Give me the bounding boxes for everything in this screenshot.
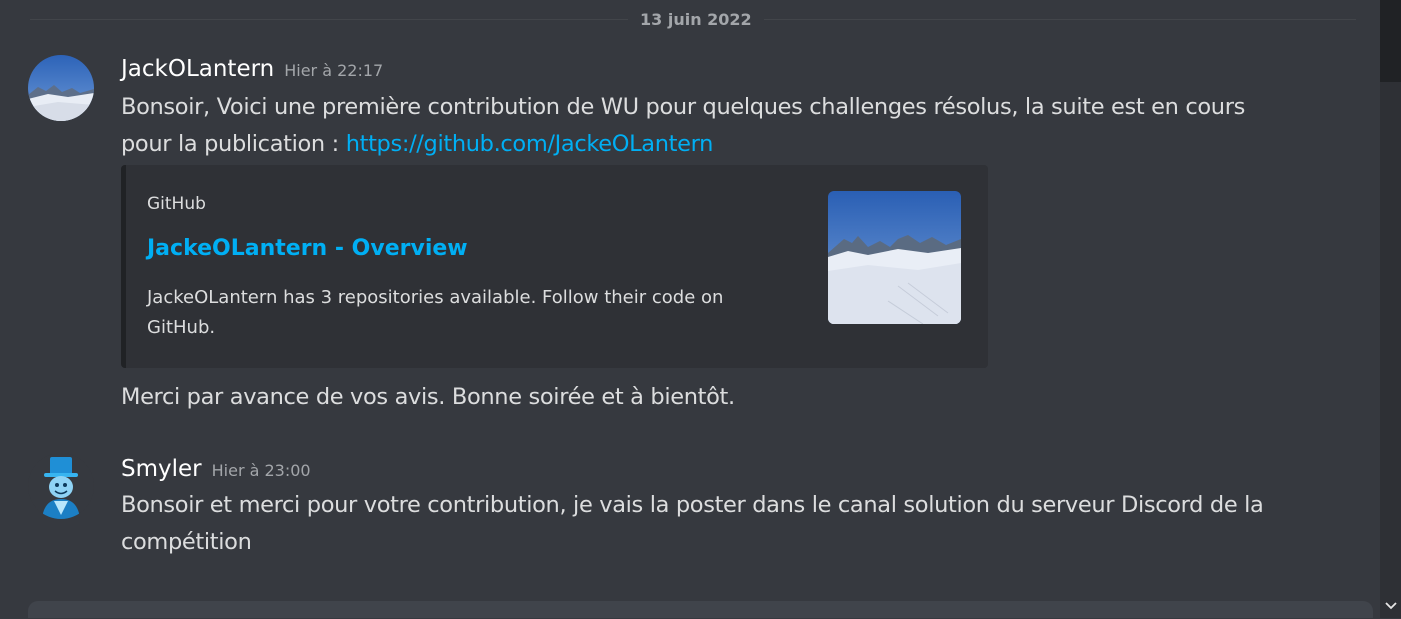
message-timestamp[interactable]: Hier à 23:00: [212, 461, 311, 480]
chevron-down-icon[interactable]: [1380, 593, 1401, 618]
message-text-prefix: pour la publication :: [121, 131, 346, 157]
message-input-bar[interactable]: [28, 601, 1373, 618]
avatar-top-hat-character-image: [28, 453, 94, 519]
scrollbar-thumb[interactable]: [1380, 0, 1401, 82]
github-link[interactable]: https://github.com/JackeOLantern: [346, 131, 714, 157]
embed-title-link[interactable]: JackeOLantern - Overview: [147, 236, 468, 261]
message-content: Bonsoir et merci pour votre contribution…: [121, 492, 1264, 555]
message-text-line: pour la publication : https://github.com…: [121, 126, 1281, 163]
avatar-smyler[interactable]: [28, 453, 94, 519]
embed-provider[interactable]: GitHub: [147, 194, 206, 214]
chevron-down-icon-glyph: [1384, 602, 1397, 610]
chat-messages: 13 juin 2022 JackOLantern Hier à 22:17 B…: [0, 0, 1380, 618]
link-embed: GitHub JackeOLantern - Overview JackeOLa…: [121, 165, 988, 368]
embed-description: JackeOLantern has 3 repositories availab…: [147, 287, 724, 338]
scrollbar-track[interactable]: [1380, 0, 1401, 618]
username[interactable]: Smyler: [121, 456, 202, 482]
embed-thumbnail[interactable]: [828, 191, 961, 324]
message-timestamp[interactable]: Hier à 22:17: [284, 61, 383, 80]
embed-thumbnail-image: [828, 191, 961, 324]
avatar-snow-landscape-image: [28, 55, 94, 121]
message-content: Bonsoir, Voici une première contribution…: [121, 89, 1281, 163]
avatar-jackolantern[interactable]: [28, 55, 94, 121]
date-divider-label: 13 juin 2022: [628, 9, 764, 31]
message-followup: Merci par avance de vos avis. Bonne soir…: [121, 384, 735, 410]
username[interactable]: JackOLantern: [121, 56, 274, 82]
message-text-line: Bonsoir, Voici une première contribution…: [121, 94, 1245, 120]
